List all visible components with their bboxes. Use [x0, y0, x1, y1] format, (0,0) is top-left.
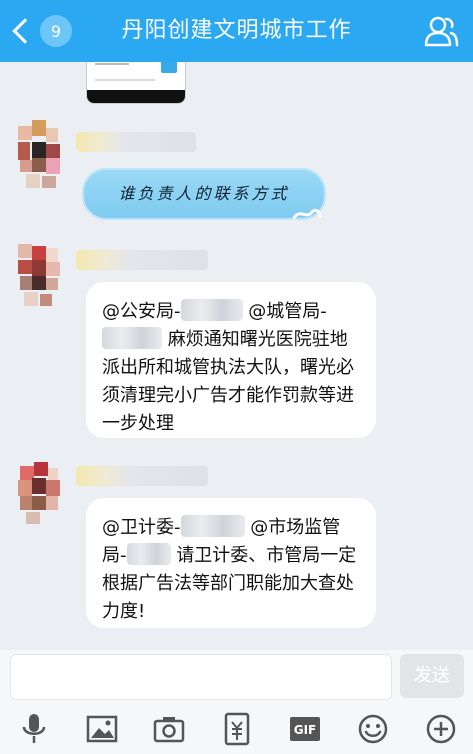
message-text: 谁负责人的联系方式: [118, 184, 290, 203]
red-packet-icon: [224, 712, 250, 746]
mention-urban-management[interactable]: @城管局-: [248, 301, 327, 322]
emoji-button[interactable]: [356, 712, 390, 746]
gif-label: GIF: [294, 723, 317, 737]
sender-name-blurred: [76, 466, 208, 486]
title-bar: 9 丹阳创建文明城市工作: [0, 0, 473, 62]
send-button[interactable]: 发送: [400, 654, 464, 698]
shared-screenshot-image[interactable]: [86, 62, 186, 104]
wave-decoration-icon: [292, 208, 322, 220]
redacted-name: [126, 543, 171, 565]
microphone-icon: [22, 714, 46, 743]
chat-title: 丹阳创建文明城市工作: [121, 18, 352, 43]
sender-name-blurred: [76, 250, 208, 270]
redacted-name: [180, 515, 245, 537]
back-button[interactable]: 9: [8, 12, 74, 50]
red-packet-button[interactable]: [220, 712, 254, 746]
group-members-button[interactable]: [423, 14, 459, 48]
message-bubble[interactable]: @公安局- @城管局- 麻烦通知曙光医院驻地派出所和城管执法大队，曙光必须清理完…: [86, 282, 376, 438]
image-icon: [86, 715, 118, 743]
input-toolbar: GIF: [0, 702, 473, 754]
redacted-name: [180, 299, 243, 321]
sender-name-blurred: [76, 132, 196, 152]
plus-icon: [426, 714, 456, 744]
message-input[interactable]: [10, 654, 392, 700]
gif-button[interactable]: GIF: [288, 712, 322, 746]
image-button[interactable]: [85, 712, 119, 746]
back-arrow-icon: [12, 18, 38, 44]
redacted-name: [102, 327, 162, 349]
message-bubble[interactable]: @卫计委- @市场监管局- 请卫计委、市管局一定根据广告法等部门职能加大查处力度…: [86, 498, 376, 628]
message-bubble-question[interactable]: 谁负责人的联系方式: [82, 168, 326, 220]
camera-button[interactable]: [152, 712, 186, 746]
camera-icon: [153, 717, 185, 743]
message-list[interactable]: 谁负责人的联系方式 @公安局- @城管局- 麻烦通知曙光医院驻地派出所和城管执法…: [0, 62, 473, 650]
gif-icon: GIF: [290, 717, 320, 741]
unread-badge: 9: [40, 15, 72, 47]
avatar[interactable]: [14, 242, 70, 314]
composer-bar: 发送: [0, 650, 473, 702]
avatar[interactable]: [14, 120, 70, 192]
more-button[interactable]: [424, 712, 458, 746]
mention-health-commission[interactable]: @卫计委-: [102, 517, 181, 538]
group-members-icon: [424, 16, 459, 47]
emoji-icon: [358, 714, 388, 744]
mention-police[interactable]: @公安局-: [102, 301, 181, 322]
avatar[interactable]: [14, 462, 70, 534]
voice-button[interactable]: [17, 712, 51, 746]
